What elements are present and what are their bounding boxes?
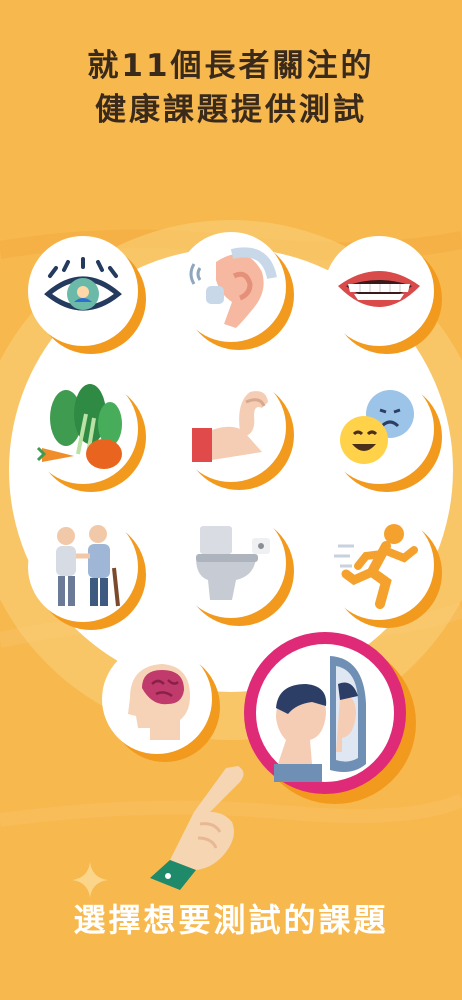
topic-emotion[interactable]	[324, 374, 434, 484]
ear-hearing-aid-icon	[189, 247, 277, 328]
topic-continence[interactable]	[176, 508, 286, 618]
emotion-faces-icon	[340, 390, 414, 464]
topic-diet[interactable]	[28, 374, 138, 484]
topic-mouth[interactable]	[324, 236, 434, 346]
sparkle-icon	[72, 862, 108, 898]
instruction-text: 選擇想要測試的課題	[73, 901, 389, 939]
topic-mobility[interactable]	[28, 512, 138, 622]
title-line-2: 健康課題提供測試	[95, 92, 367, 128]
topic-self-image-selected[interactable]	[244, 632, 406, 794]
toilet-icon	[196, 526, 270, 600]
brain-head-icon	[128, 664, 190, 740]
eye-icon	[44, 257, 122, 311]
topic-hearing[interactable]	[176, 232, 286, 342]
pointing-hand-icon	[150, 766, 244, 890]
topic-eye[interactable]	[28, 236, 138, 346]
mouth-teeth-icon	[338, 271, 420, 307]
elderly-walking-icon	[56, 525, 120, 607]
topic-exercise[interactable]	[324, 510, 434, 620]
page-title: 就11個長者關注的 健康課題提供測試	[0, 44, 462, 132]
mirror-reflection-icon	[274, 656, 366, 782]
topic-muscle[interactable]	[176, 372, 286, 482]
topic-cognition[interactable]	[102, 644, 212, 754]
running-person-icon	[334, 524, 418, 609]
vegetables-icon	[36, 384, 122, 469]
flexed-arm-icon	[192, 391, 268, 462]
title-line-1: 就11個長者關注的	[87, 48, 375, 84]
